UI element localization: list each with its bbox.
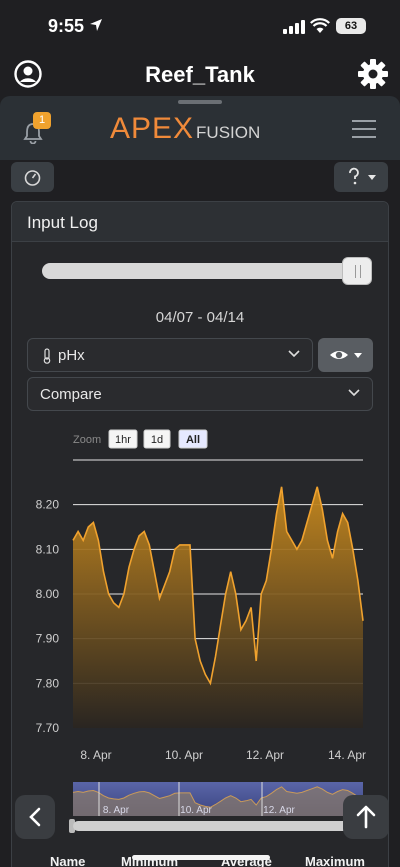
eye-icon: [330, 351, 362, 359]
notification-badge: 1: [33, 112, 51, 129]
series-area: [73, 486, 363, 728]
gear-icon[interactable]: [357, 58, 389, 90]
cellular-signal-icon: [283, 20, 305, 34]
y-tick-label: 8.10: [36, 542, 60, 556]
sheet-grab-handle[interactable]: [178, 100, 222, 104]
apex-nav-bar: 1 APEX FUSION: [0, 96, 400, 160]
navigator-label: 10. Apr: [180, 805, 212, 816]
back-button[interactable]: [15, 795, 55, 839]
chevron-left-icon: [29, 807, 41, 827]
page-title: Reef_Tank: [145, 62, 255, 87]
logo-fusion-text: FUSION: [196, 123, 261, 142]
hamburger-menu-icon[interactable]: [352, 120, 376, 138]
navigator-label: 8. Apr: [103, 805, 130, 816]
chevron-down-icon: [288, 350, 300, 358]
speedometer-icon: [24, 170, 41, 186]
compare-select-value: Compare: [40, 386, 102, 403]
zoom-button-label: 1hr: [115, 434, 131, 446]
home-indicator: [132, 855, 270, 860]
y-tick-label: 7.90: [36, 632, 60, 646]
panel-header: Input Log: [12, 202, 388, 242]
zoom-label: Zoom: [73, 434, 101, 446]
date-range-label: 04/07 - 04/14: [155, 309, 245, 326]
navigator-scrollbar[interactable]: [73, 821, 363, 831]
battery-indicator: 63: [336, 18, 366, 34]
y-tick-label: 8.20: [36, 498, 60, 512]
status-time: 9:55: [48, 16, 85, 36]
x-tick-label: 12. Apr: [246, 748, 284, 762]
visibility-toggle-button[interactable]: [318, 338, 373, 372]
input-select-value: pHx: [58, 347, 85, 364]
question-icon: [349, 167, 376, 185]
panel-title: Input Log: [27, 213, 98, 232]
x-tick-label: 10. Apr: [165, 748, 203, 762]
navigator-label: 12. Apr: [263, 805, 295, 816]
scroll-to-top-button[interactable]: [343, 795, 389, 839]
zoom-button-label: All: [186, 434, 200, 446]
app-header: Reef_Tank: [0, 54, 400, 98]
column-header-maximum: Maximum: [305, 854, 365, 867]
wifi-icon: [310, 18, 330, 33]
x-tick-label: 14. Apr: [328, 748, 366, 762]
input-log-chart: Zoom 1hr 1d All 8.20 8.10 8.00 7.90 7.80 7.70 8…: [36, 429, 366, 816]
zoom-button-label: 1d: [151, 434, 163, 446]
arrow-up-icon: [356, 805, 376, 829]
y-tick-label: 7.80: [36, 676, 60, 690]
logo-apex-text: APEX: [110, 112, 195, 145]
date-range-slider[interactable]: [42, 263, 372, 279]
input-select[interactable]: pHx: [27, 338, 313, 372]
apex-fusion-logo: APEX FUSION: [110, 114, 260, 144]
y-tick-label: 8.00: [36, 587, 60, 601]
status-bar: 9:55 63: [0, 0, 400, 54]
chevron-down-icon: [348, 389, 360, 397]
y-tick-label: 7.70: [36, 721, 60, 735]
app-screen: 9:55 63 Reef_Tank 1 APEX FUSION Input Lo…: [0, 0, 400, 867]
x-tick-label: 8. Apr: [80, 748, 111, 762]
column-header-name: Name: [50, 854, 86, 867]
thermometer-icon: [43, 348, 51, 364]
compare-select[interactable]: Compare: [27, 377, 373, 411]
help-dropdown-button[interactable]: [334, 162, 388, 192]
dashboard-button[interactable]: [11, 162, 54, 192]
location-arrow-icon: [90, 19, 102, 31]
date-range-slider-handle[interactable]: [342, 257, 372, 285]
